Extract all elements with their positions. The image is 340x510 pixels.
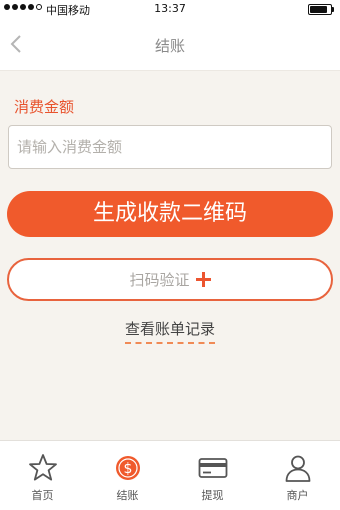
tab-home[interactable]: 首页 (0, 441, 85, 510)
status-time: 13:37 (154, 2, 186, 15)
plus-icon (195, 272, 211, 287)
scan-verify-button[interactable]: 扫码验证 (7, 258, 333, 301)
tab-checkout-label: 结账 (116, 489, 139, 502)
tab-withdraw-label: 提现 (201, 489, 224, 502)
tab-merchant-label: 商户 (286, 489, 309, 502)
dollar-coin-icon: $ (113, 453, 143, 483)
status-bar: 中国移动 13:37 (0, 0, 340, 18)
star-icon (28, 453, 58, 483)
tab-bar: 首页 $ 结账 提现 商户 (0, 440, 340, 510)
user-icon (283, 453, 313, 483)
card-icon (198, 453, 228, 483)
tab-merchant[interactable]: 商户 (255, 441, 340, 510)
tab-home-label: 首页 (31, 489, 54, 502)
generate-qr-button[interactable]: 生成收款二维码 (7, 191, 333, 237)
page-title: 结账 (154, 37, 185, 55)
view-records-link[interactable]: 查看账单记录 (0, 318, 340, 344)
amount-label: 消费金额 (14, 98, 75, 116)
amount-field (8, 125, 332, 169)
amount-input[interactable] (9, 126, 331, 168)
battery-icon (308, 4, 334, 15)
tab-withdraw[interactable]: 提现 (170, 441, 255, 510)
svg-text:$: $ (123, 461, 132, 477)
tab-checkout[interactable]: $ 结账 (85, 441, 170, 510)
navigation-bar: 结账 (0, 18, 340, 71)
phone-screen: 中国移动 13:37 结账 消费金额 生成收款二维码 扫码验证 查看账单记录 (0, 0, 340, 510)
scan-verify-label: 扫码验证 (129, 271, 190, 289)
view-records-label: 查看账单记录 (124, 318, 215, 344)
